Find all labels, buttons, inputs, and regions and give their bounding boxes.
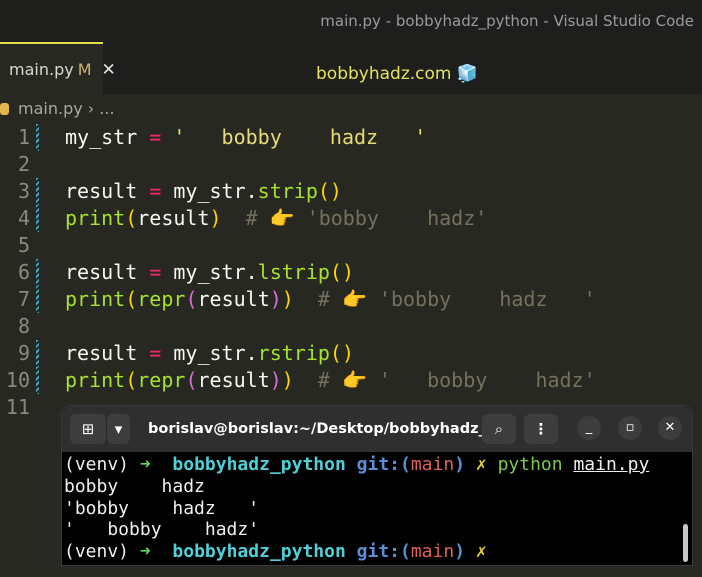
output-line: bobby hadz — [64, 475, 205, 497]
code-line: result = my_str.rstrip() — [65, 340, 354, 367]
line-number: 2 — [17, 152, 30, 176]
code-token: repr — [137, 368, 186, 392]
code-line: result = my_str.strip() — [65, 178, 342, 205]
breadcrumb-more[interactable]: ... — [99, 99, 114, 118]
code-token: result — [197, 287, 270, 311]
change-gutter-marker — [36, 286, 39, 313]
code-token: ) — [209, 206, 222, 230]
line-number: 4 — [17, 206, 30, 230]
code-line: result = my_str.lstrip() — [65, 259, 354, 286]
code-token: my_str. — [161, 179, 258, 203]
code-token: () — [329, 260, 355, 284]
code-token: result — [197, 368, 270, 392]
code-token: print — [65, 368, 126, 392]
code-token: my_str — [65, 125, 150, 149]
maximize-icon[interactable]: ▫ — [618, 416, 642, 440]
change-gutter-marker — [36, 367, 39, 394]
line-number: 9 — [17, 341, 30, 365]
search-icon[interactable]: ⌕ — [482, 414, 516, 444]
code-token: () — [317, 179, 342, 203]
code-token: ' bobby hadz ' — [161, 125, 427, 149]
code-token: result — [65, 179, 150, 203]
terminal-output[interactable]: (venv) ➜ bobbyhadz_python git:(main) ✗ p… — [62, 452, 692, 563]
code-token: ) — [269, 287, 282, 311]
tab-label: main.py — [9, 60, 74, 79]
chevron-right-icon: › — [87, 99, 95, 118]
python-file-icon — [0, 103, 9, 115]
code-token: ( — [125, 206, 138, 230]
new-tab-icon[interactable]: ⊞ — [70, 414, 106, 444]
code-token: ( — [125, 368, 138, 392]
title-bar: main.py - bobbyhadz_python - Visual Stud… — [0, 0, 702, 42]
code-token: # 👉 'bobby hadz' — [221, 206, 488, 230]
code-token: = — [149, 179, 162, 203]
watermark-text: bobbyhadz.com 🧊 — [316, 64, 479, 84]
line-number: 1 — [17, 125, 30, 149]
code-line: print(result) # 👉 'bobby hadz' — [65, 205, 487, 232]
code-token: # 👉 'bobby hadz ' — [293, 287, 596, 311]
code-token: result — [65, 260, 150, 284]
prompt-line: (venv) ➜ bobbyhadz_python git:(main) ✗ — [64, 541, 487, 563]
chevron-down-icon[interactable]: ▾ — [106, 414, 130, 444]
code-token: () — [329, 341, 355, 365]
breadcrumb-file[interactable]: main.py — [18, 99, 83, 118]
change-gutter-marker — [36, 205, 39, 232]
terminal-title: borislav@borislav:~/Desktop/bobbyhadz_..… — [148, 421, 503, 437]
code-line: print(repr(result)) # 👉 'bobby hadz ' — [65, 286, 596, 313]
change-gutter-marker — [36, 340, 39, 367]
code-token: # 👉 ' bobby hadz' — [293, 368, 596, 392]
terminal-header: ⊞ ▾ borislav@borislav:~/Desktop/bobbyhad… — [62, 406, 692, 452]
tab-main-py[interactable]: main.py M ✕ — [0, 42, 116, 94]
code-token: ( — [185, 368, 198, 392]
code-token: = — [149, 125, 162, 149]
modified-badge: M — [77, 60, 92, 79]
line-number: 6 — [17, 260, 30, 284]
tab-bar: main.py M ✕ bobbyhadz.com 🧊 — [0, 42, 702, 94]
line-number: 10 — [5, 368, 30, 392]
prompt-line: (venv) ➜ bobbyhadz_python git:(main) ✗ p… — [64, 454, 650, 475]
code-token: print — [65, 206, 126, 230]
line-number: 11 — [5, 395, 30, 419]
output-line: 'bobby hadz ' — [64, 497, 260, 519]
code-token: ) — [269, 368, 282, 392]
code-token: repr — [137, 287, 186, 311]
output-line: ' bobby hadz' — [64, 519, 260, 541]
code-token: strip — [257, 179, 318, 203]
code-token: print — [65, 287, 126, 311]
terminal-window: ⊞ ▾ borislav@borislav:~/Desktop/bobbyhad… — [61, 405, 693, 566]
code-token: = — [149, 341, 162, 365]
change-gutter-marker — [36, 259, 39, 286]
code-token: ) — [281, 368, 294, 392]
line-number: 8 — [17, 314, 30, 338]
minimize-icon[interactable]: _ — [577, 416, 601, 440]
code-token: result — [65, 341, 150, 365]
window-title: main.py - bobbyhadz_python - Visual Stud… — [320, 12, 694, 30]
line-number: 3 — [17, 179, 30, 203]
change-gutter-marker — [36, 178, 39, 205]
breadcrumb: main.py › ... — [0, 96, 115, 122]
line-number: 5 — [17, 233, 30, 257]
scrollbar[interactable] — [683, 524, 688, 562]
code-token: my_str. — [161, 341, 258, 365]
code-token: my_str. — [161, 260, 258, 284]
code-line: print(repr(result)) # 👉 ' bobby hadz' — [65, 367, 596, 394]
close-icon[interactable]: ✕ — [102, 60, 116, 80]
close-window-icon[interactable]: ✕ — [658, 416, 682, 440]
code-token: lstrip — [257, 260, 330, 284]
code-token: rstrip — [257, 341, 330, 365]
code-line: my_str = ' bobby hadz ' — [65, 124, 426, 151]
code-token: ( — [125, 287, 138, 311]
code-token: result — [137, 206, 210, 230]
change-gutter-marker — [36, 124, 39, 151]
menu-kebab-icon[interactable]: ⋮ — [524, 414, 558, 444]
code-token: ( — [185, 287, 198, 311]
line-number: 7 — [17, 287, 30, 311]
code-token: ) — [281, 287, 294, 311]
code-token: = — [149, 260, 162, 284]
